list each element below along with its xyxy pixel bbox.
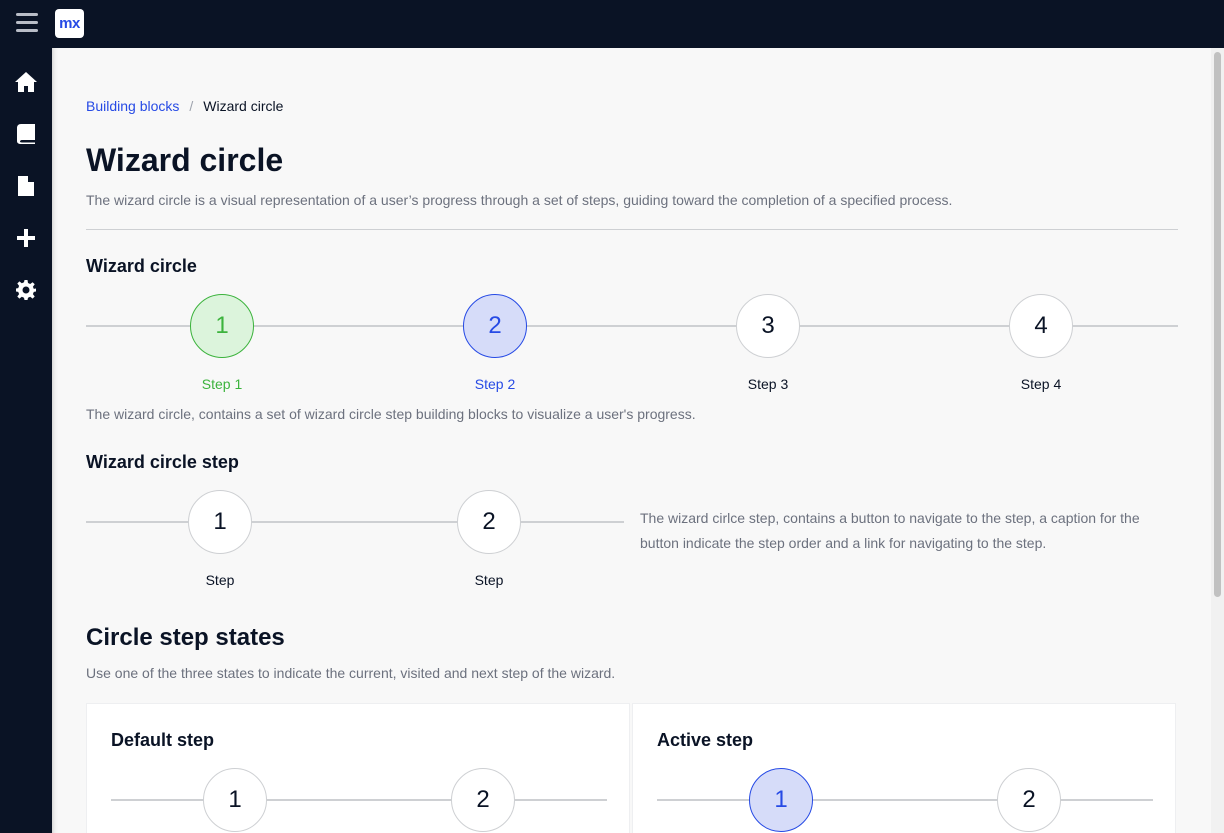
wizard-step-caption[interactable]: Step bbox=[160, 572, 280, 588]
wizard-step-button[interactable]: 1 bbox=[190, 294, 254, 358]
wizard-step-caption[interactable]: Step 2 bbox=[435, 376, 555, 392]
breadcrumb-current: Wizard circle bbox=[203, 98, 284, 114]
wizard-step-3: 3 Step 3 bbox=[736, 294, 800, 392]
file-icon bbox=[18, 176, 34, 196]
divider bbox=[86, 229, 1178, 230]
gear-icon bbox=[16, 280, 36, 300]
wizard-step-2: 2 bbox=[997, 768, 1061, 832]
page-description: The wizard circle is a visual representa… bbox=[86, 192, 953, 208]
wizard-step-button[interactable]: 2 bbox=[997, 768, 1061, 832]
breadcrumb-link-building-blocks[interactable]: Building blocks bbox=[86, 98, 179, 114]
wizard-step-button[interactable]: 2 bbox=[457, 490, 521, 554]
mendix-logo[interactable]: mx bbox=[55, 9, 84, 38]
wizard-step-2: 2 bbox=[451, 768, 515, 832]
scrollbar[interactable] bbox=[1211, 48, 1224, 833]
book-icon bbox=[17, 124, 35, 144]
wizard-step-4: 4 Step 4 bbox=[1009, 294, 1073, 392]
circle-step-states-description: Use one of the three states to indicate … bbox=[86, 665, 616, 681]
section-title-circle-step-states: Circle step states bbox=[86, 624, 285, 651]
wizard-circle: 1 Step 1 2 Step 2 3 Step 3 4 Step 4 bbox=[86, 294, 1178, 394]
section-title-wizard-circle-step: Wizard circle step bbox=[86, 452, 239, 472]
wizard-line bbox=[111, 799, 607, 801]
breadcrumb: Building blocks / Wizard circle bbox=[86, 98, 283, 114]
wizard-line bbox=[657, 799, 1153, 801]
wizard-step-button[interactable]: 4 bbox=[1009, 294, 1073, 358]
wizard-step-caption[interactable]: Step 3 bbox=[708, 376, 828, 392]
sidebar-item-home[interactable] bbox=[0, 56, 52, 108]
wizard-step-1: 1 Step bbox=[188, 490, 252, 588]
wizard-step-button[interactable]: 1 bbox=[188, 490, 252, 554]
sidebar-item-settings[interactable] bbox=[0, 264, 52, 316]
top-bar: mx bbox=[0, 0, 1224, 48]
wizard-step-1: 1 bbox=[749, 768, 813, 832]
wizard-step-caption[interactable]: Step 4 bbox=[981, 376, 1101, 392]
sidebar-item-file[interactable] bbox=[0, 160, 52, 212]
sidebar-item-book[interactable] bbox=[0, 108, 52, 160]
wizard-circle-step-example: 1 Step 2 Step bbox=[86, 490, 624, 590]
wizard-default-example: 1 2 bbox=[111, 768, 607, 833]
card-title: Default step bbox=[111, 730, 215, 750]
card-title: Active step bbox=[657, 730, 754, 750]
wizard-step-button[interactable]: 1 bbox=[749, 768, 813, 832]
sidebar bbox=[0, 48, 52, 833]
wizard-active-example: 1 2 bbox=[657, 768, 1153, 833]
breadcrumb-separator: / bbox=[189, 98, 194, 114]
wizard-step-caption[interactable]: Step bbox=[429, 572, 549, 588]
wizard-step-1: 1 bbox=[203, 768, 267, 832]
wizard-step-caption[interactable]: Step 1 bbox=[162, 376, 282, 392]
page-title: Wizard circle bbox=[86, 142, 284, 178]
scrollbar-thumb[interactable] bbox=[1214, 52, 1221, 597]
section-title-wizard-circle: Wizard circle bbox=[86, 256, 197, 276]
wizard-step-button[interactable]: 2 bbox=[463, 294, 527, 358]
wizard-step-2: 2 Step bbox=[457, 490, 521, 588]
card-active-step: Active step 1 2 bbox=[632, 703, 1176, 833]
wizard-circle-step-description: The wizard cirlce step, contains a butto… bbox=[640, 510, 1140, 551]
sidebar-item-add[interactable] bbox=[0, 212, 52, 264]
wizard-step-button[interactable]: 3 bbox=[736, 294, 800, 358]
wizard-step-button[interactable]: 2 bbox=[451, 768, 515, 832]
main-content: Building blocks / Wizard circle Wizard c… bbox=[52, 48, 1211, 833]
wizard-step-1: 1 Step 1 bbox=[190, 294, 254, 392]
wizard-step-2: 2 Step 2 bbox=[463, 294, 527, 392]
wizard-step-button[interactable]: 1 bbox=[203, 768, 267, 832]
wizard-circle-description: The wizard circle, contains a set of wiz… bbox=[86, 406, 696, 422]
hamburger-icon[interactable] bbox=[16, 13, 38, 33]
card-default-step: Default step 1 2 bbox=[86, 703, 630, 833]
wizard-line bbox=[86, 521, 624, 523]
home-icon bbox=[15, 72, 37, 92]
plus-icon bbox=[17, 229, 35, 247]
